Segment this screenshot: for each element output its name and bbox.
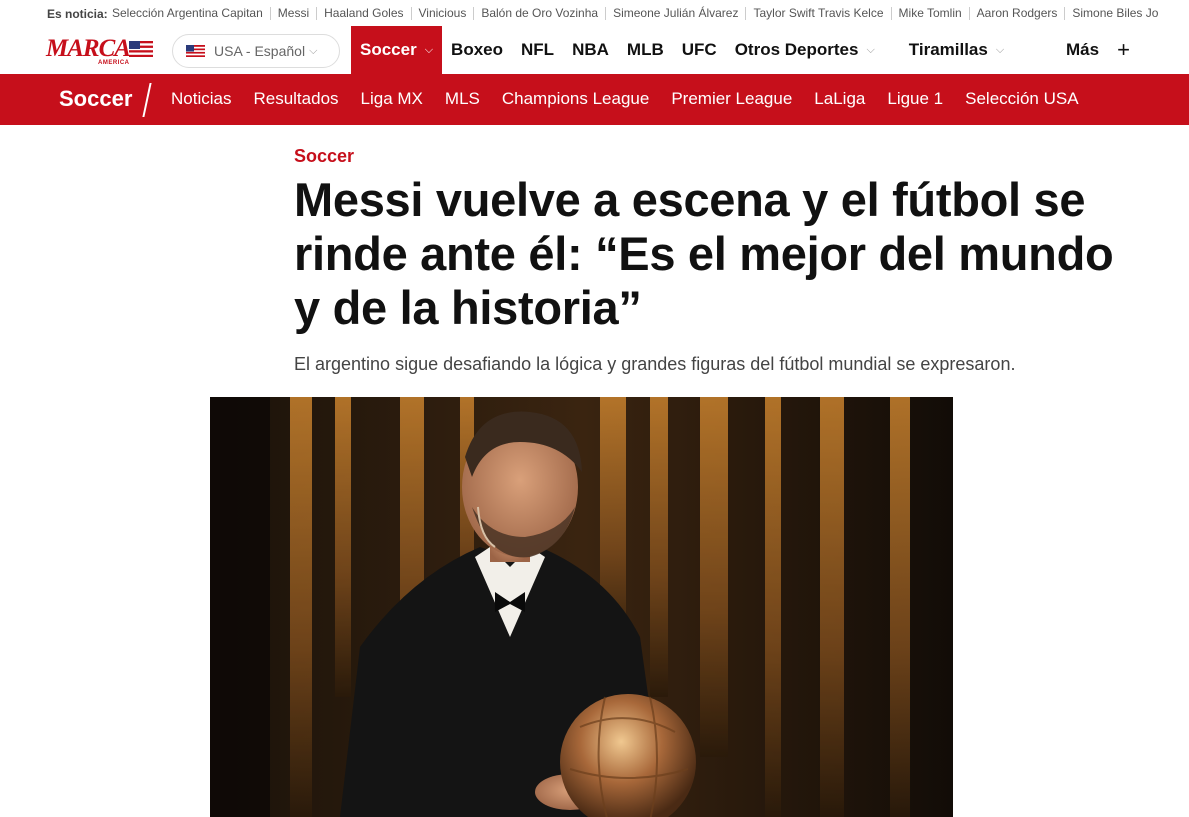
section-link-resultados[interactable]: Resultados xyxy=(253,89,338,109)
nav-item-otros-deportes[interactable]: Otros Deportes ⌵ xyxy=(726,26,884,74)
nav-item-label: UFC xyxy=(681,40,717,59)
region-selector[interactable]: USA - Español ⌵ xyxy=(172,34,340,68)
trending-link[interactable]: Selección Argentina Capitan xyxy=(112,7,270,20)
nav-item-ufc[interactable]: UFC xyxy=(673,26,726,74)
trending-link[interactable]: Simeone Julián Álvarez xyxy=(605,7,745,20)
trending-link[interactable]: Haaland Goles xyxy=(316,7,410,20)
trending-link[interactable]: Mike Tomlin xyxy=(890,7,969,20)
plus-icon: + xyxy=(1117,37,1130,62)
nav-item-label: Tiramillas xyxy=(908,40,988,59)
nav-item-label: MLB xyxy=(626,40,664,59)
trending-link[interactable]: Aaron Rodgers xyxy=(968,7,1065,20)
trending-link[interactable]: Balón de Oro Vozinha xyxy=(473,7,605,20)
chevron-down-icon: ⌵ xyxy=(309,44,318,57)
trending-link[interactable]: Vinicious xyxy=(410,7,474,20)
nav-item-label: NFL xyxy=(521,40,555,59)
us-flag-icon xyxy=(186,45,205,57)
trending-bar: Es noticia: Selección Argentina Capitan … xyxy=(0,0,1189,26)
region-label: USA - Español xyxy=(214,43,306,59)
chevron-down-icon: ⌵ xyxy=(424,43,434,56)
nav-item-soccer[interactable]: Soccer ⌵ xyxy=(351,26,443,74)
marca-logo[interactable]: MARCA AMERICA xyxy=(46,33,154,67)
section-link-ligue-1[interactable]: Ligue 1 xyxy=(887,89,943,109)
section-link-liga-mx[interactable]: Liga MX xyxy=(361,89,423,109)
logo-text: MARCA xyxy=(46,35,131,62)
nav-item-nba[interactable]: NBA xyxy=(563,26,618,74)
article-headline: Messi vuelve a escena y el fútbol se rin… xyxy=(294,173,1114,334)
more-label: Más xyxy=(1066,40,1100,59)
top-navigation: MARCA AMERICA USA - Español ⌵ Soccer ⌵ B… xyxy=(0,26,1189,74)
section-divider xyxy=(142,83,152,117)
nav-item-label: NBA xyxy=(572,40,609,59)
article-standfirst: El argentino sigue desafiando la lógica … xyxy=(294,354,1016,374)
section-title[interactable]: Soccer xyxy=(59,86,132,112)
article-kicker[interactable]: Soccer xyxy=(294,146,354,167)
main-menu: Soccer ⌵ Boxeo NFL NBA MLB UFC Otros Dep… xyxy=(351,26,1013,74)
nav-item-label: Otros Deportes xyxy=(734,40,859,59)
nav-item-tiramillas[interactable]: Tiramillas ⌵ xyxy=(900,26,1013,74)
section-bar: Soccer Noticias Resultados Liga MX MLS C… xyxy=(0,74,1189,125)
section-link-mls[interactable]: MLS xyxy=(445,89,480,109)
section-links: Noticias Resultados Liga MX MLS Champion… xyxy=(171,89,1101,109)
section-link-noticias[interactable]: Noticias xyxy=(171,89,231,109)
nav-item-nfl[interactable]: NFL xyxy=(512,26,563,74)
logo-subtext: AMERICA xyxy=(98,60,130,66)
us-flag-icon xyxy=(129,41,153,57)
section-link-seleccion-usa[interactable]: Selección USA xyxy=(965,89,1078,109)
trending-label: Es noticia: xyxy=(47,7,108,21)
chevron-down-icon: ⌵ xyxy=(866,43,875,56)
section-link-premier-league[interactable]: Premier League xyxy=(671,89,792,109)
trending-link[interactable]: Taylor Swift Travis Kelce xyxy=(745,7,890,20)
nav-item-label: Boxeo xyxy=(451,40,504,59)
section-link-champions-league[interactable]: Champions League xyxy=(502,89,649,109)
chevron-down-icon: ⌵ xyxy=(995,43,1005,56)
article-hero-image xyxy=(210,397,953,817)
trending-items: Selección Argentina Capitan Messi Haalan… xyxy=(112,7,1165,20)
trending-link[interactable]: Messi xyxy=(269,7,316,20)
more-menu-button[interactable]: Más + xyxy=(1066,26,1130,74)
nav-item-mlb[interactable]: MLB xyxy=(618,26,673,74)
nav-item-label: Soccer xyxy=(360,40,417,59)
section-link-laliga[interactable]: LaLiga xyxy=(814,89,865,109)
trending-link[interactable]: Simone Biles Jo xyxy=(1064,7,1165,20)
nav-item-boxeo[interactable]: Boxeo xyxy=(442,26,512,74)
hero-photo xyxy=(210,397,953,817)
